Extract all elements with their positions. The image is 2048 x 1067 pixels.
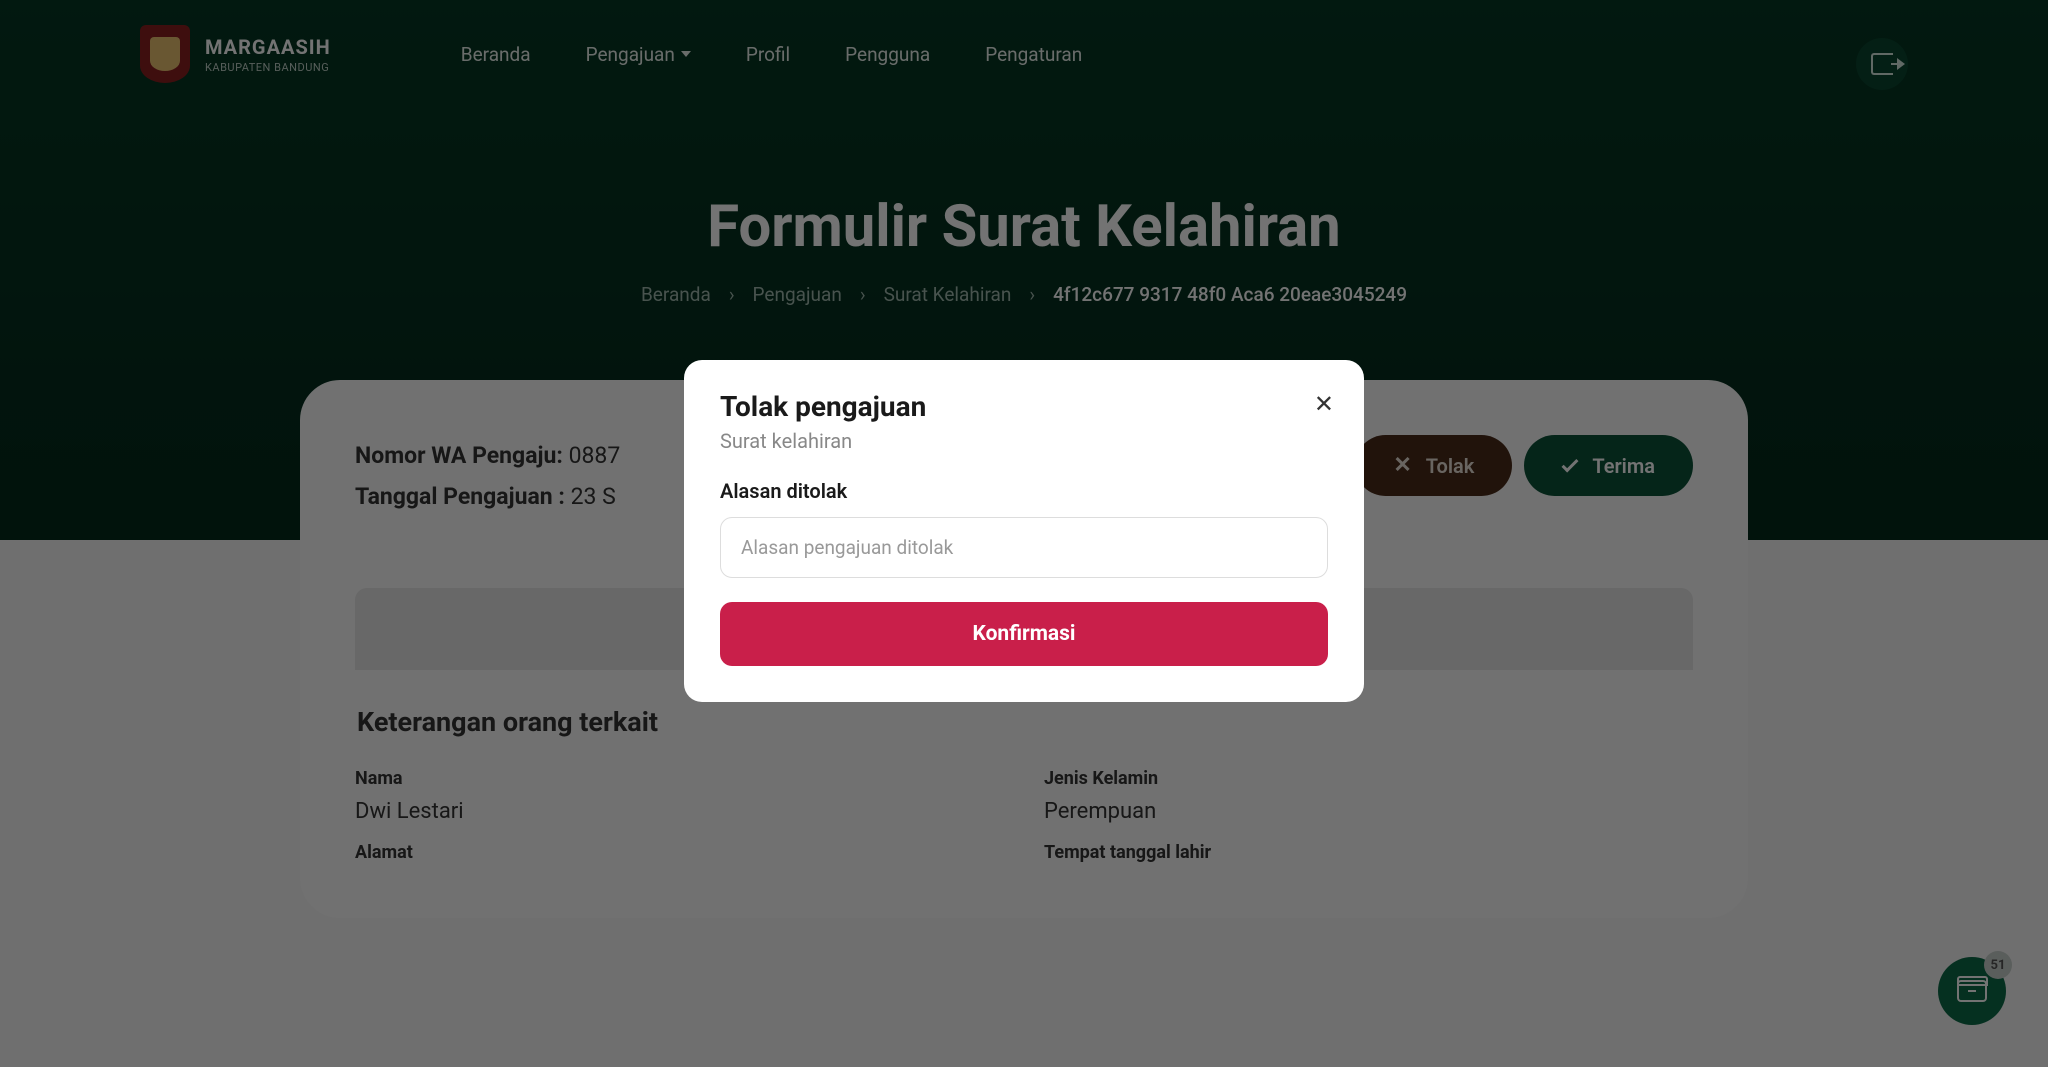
reason-input[interactable]	[720, 517, 1328, 578]
modal-reason-label: Alasan ditolak	[720, 479, 1328, 503]
modal-title: Tolak pengajuan	[720, 390, 1328, 423]
modal-subtitle: Surat kelahiran	[720, 429, 1328, 453]
modal-close-button[interactable]: ✕	[1314, 390, 1334, 418]
reject-modal: Tolak pengajuan Surat kelahiran ✕ Alasan…	[684, 360, 1364, 702]
modal-overlay[interactable]: Tolak pengajuan Surat kelahiran ✕ Alasan…	[0, 0, 2048, 1067]
confirm-button[interactable]: Konfirmasi	[720, 602, 1328, 666]
